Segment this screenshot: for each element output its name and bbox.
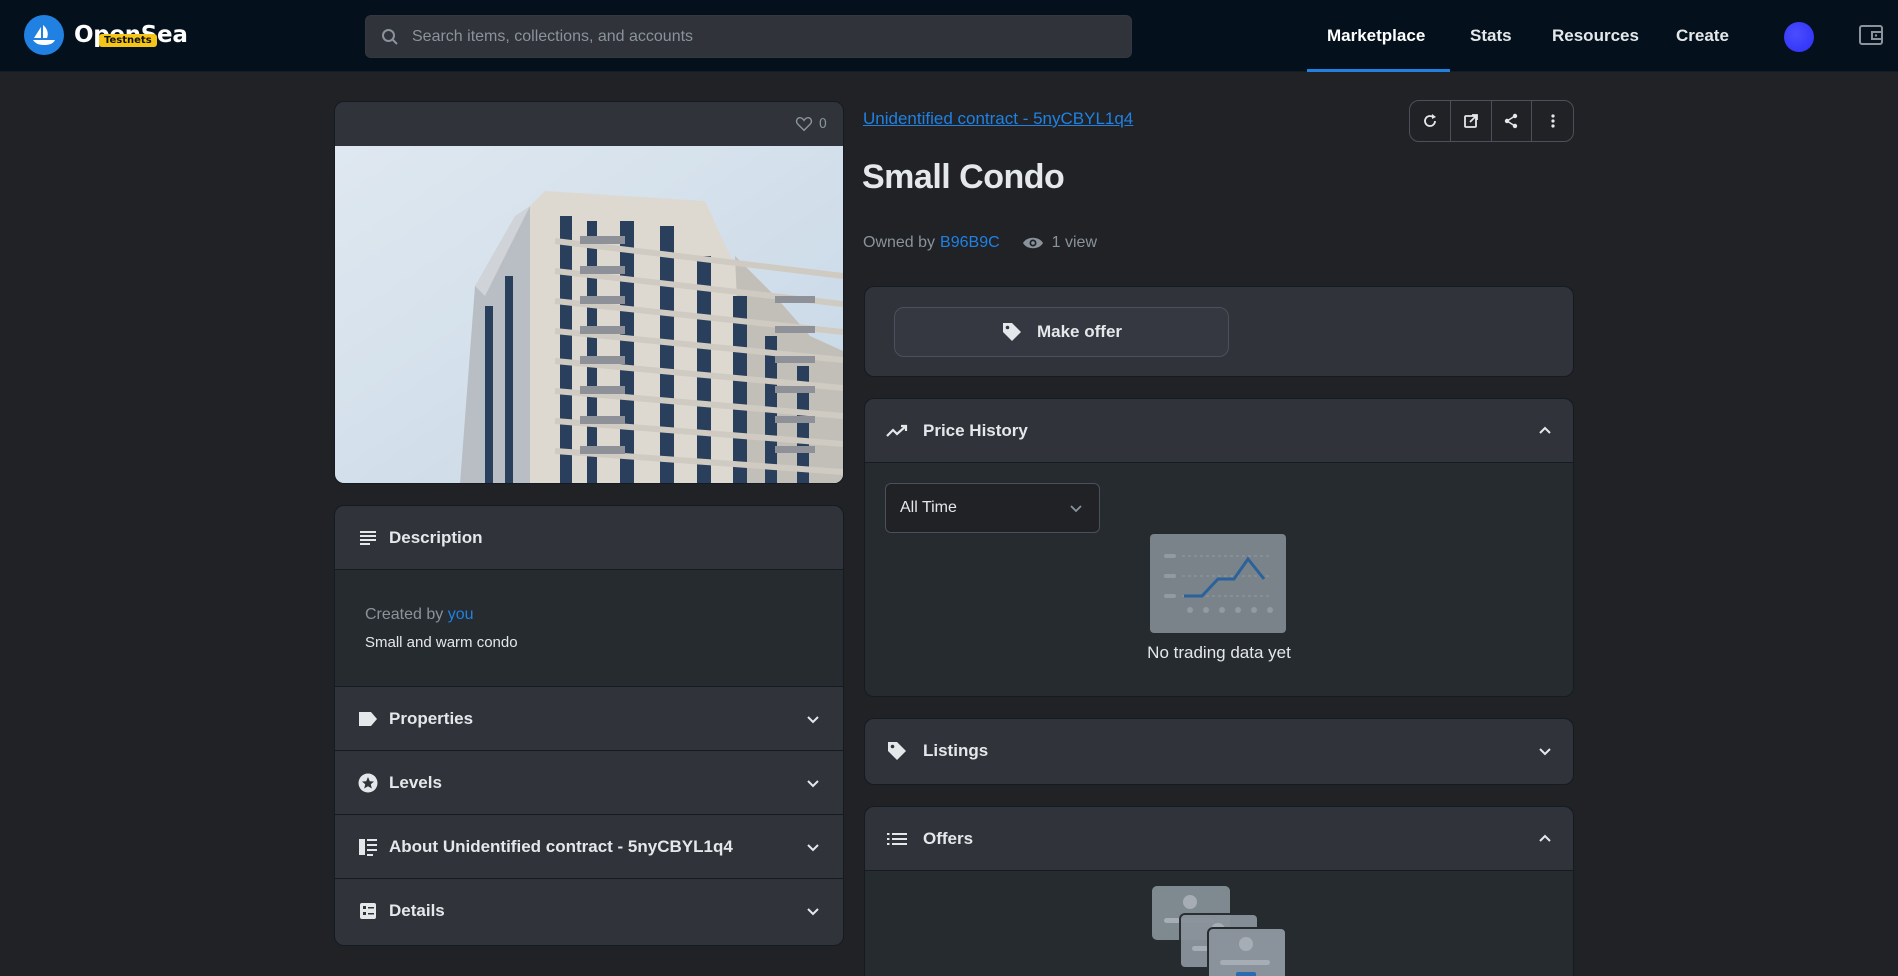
about-contract-header[interactable]: About Unidentified contract - 5nyCBYL1q4 — [335, 815, 843, 879]
chevron-down-icon — [807, 780, 819, 788]
refresh-icon — [1423, 114, 1436, 127]
listings-title: Listings — [923, 741, 989, 760]
list-icon — [885, 827, 909, 851]
offers-header[interactable]: Offers — [865, 807, 1573, 871]
price-history-title: Price History — [923, 420, 1028, 440]
trending-up-icon — [885, 419, 909, 443]
empty-offers-illustration — [1152, 886, 1287, 976]
empty-trading-text: No trading data yet — [1147, 643, 1291, 662]
description-body: Created by you Small and warm condo — [335, 570, 843, 686]
make-offer-label: Make offer — [1036, 322, 1123, 341]
owned-by-label: Owned by — [863, 234, 936, 251]
description-panel: Description Created by you Small and war… — [334, 505, 844, 687]
listings-header[interactable]: Listings — [865, 719, 1573, 783]
item-toolbar — [1409, 100, 1574, 142]
tag-icon — [885, 739, 909, 763]
search-bar[interactable] — [365, 15, 1132, 58]
nav-stats[interactable]: Stats — [1470, 0, 1512, 72]
more-vertical-icon — [1551, 114, 1555, 128]
tag-icon — [357, 708, 379, 730]
favorites-count: 0 — [818, 116, 827, 132]
details-title: Details — [389, 901, 445, 920]
search-icon — [380, 27, 400, 47]
item-photo[interactable] — [335, 146, 843, 484]
empty-chart-illustration — [1150, 534, 1286, 633]
external-link-button[interactable] — [1451, 101, 1492, 141]
properties-title: Properties — [389, 709, 474, 728]
created-by-label: Created by — [365, 606, 444, 623]
eye-icon — [1022, 237, 1043, 249]
price-history-body: All Time No trading data yet — [865, 463, 1573, 696]
opensea-ship-icon — [24, 15, 64, 55]
properties-panel[interactable]: Properties — [334, 686, 844, 751]
chevron-down-icon — [1539, 748, 1551, 756]
profile-avatar[interactable] — [1784, 22, 1814, 52]
item-image-card: 0 — [334, 101, 844, 484]
levels-title: Levels — [389, 773, 442, 792]
description-text: Small and warm condo — [365, 634, 518, 651]
about-contract-panel[interactable]: About Unidentified contract - 5nyCBYL1q4 — [334, 814, 844, 879]
offers-title: Offers — [923, 828, 974, 848]
item-title: Small Condo — [862, 158, 1065, 196]
owner-link[interactable]: B96B9C — [940, 234, 1000, 252]
levels-header[interactable]: Levels — [335, 751, 843, 815]
description-header[interactable]: Description — [335, 506, 843, 570]
image-card-header: 0 — [335, 102, 843, 146]
nav-create[interactable]: Create — [1676, 0, 1729, 72]
heart-icon[interactable] — [795, 115, 813, 133]
share-icon — [1505, 113, 1518, 129]
offers-panel: Offers — [864, 806, 1574, 976]
levels-panel[interactable]: Levels — [334, 750, 844, 815]
details-icon — [357, 900, 379, 922]
refresh-button[interactable] — [1410, 101, 1451, 141]
offer-panel: Make offer — [864, 286, 1574, 377]
description-lines-icon — [357, 527, 379, 549]
testnets-badge: Testnets — [99, 34, 157, 47]
chevron-down-icon — [1070, 505, 1082, 513]
listings-panel[interactable]: Listings — [864, 718, 1574, 785]
active-nav-indicator — [1307, 69, 1450, 72]
chevron-up-icon — [1539, 834, 1551, 842]
make-offer-button[interactable]: Make offer — [894, 307, 1229, 357]
top-navbar: OpenSea Testnets Marketplace Stats Resou… — [0, 0, 1898, 72]
chevron-up-icon — [1539, 426, 1551, 434]
price-history-header[interactable]: Price History — [865, 399, 1573, 463]
time-range-value: All Time — [900, 499, 957, 516]
description-title: Description — [389, 527, 483, 547]
creator-link[interactable]: you — [448, 606, 474, 623]
external-link-icon — [1463, 114, 1478, 128]
details-panel[interactable]: Details — [334, 878, 844, 946]
properties-header[interactable]: Properties — [335, 687, 843, 751]
created-by-row: Created by you — [365, 606, 813, 624]
chevron-down-icon — [807, 908, 819, 916]
wallet-icon[interactable] — [1857, 21, 1885, 49]
about-contract-title: About Unidentified contract - 5nyCBYL1q4 — [389, 837, 733, 856]
chevron-down-icon — [807, 716, 819, 724]
collection-link[interactable]: Unidentified contract - 5nyCBYL1q4 — [863, 109, 1133, 129]
share-button[interactable] — [1492, 101, 1533, 141]
view-count: 1 view — [1051, 234, 1097, 251]
price-history-panel: Price History All Time No trading data y… — [864, 398, 1574, 697]
star-icon — [357, 772, 379, 794]
nav-resources[interactable]: Resources — [1552, 0, 1639, 72]
tag-icon — [1002, 323, 1021, 341]
time-range-select[interactable]: All Time — [885, 483, 1100, 533]
search-input[interactable] — [412, 27, 1131, 46]
list-detail-icon — [357, 836, 379, 858]
offers-body — [865, 871, 1573, 976]
owner-row: Owned by B96B9C 1 view — [863, 234, 1097, 252]
more-options-button[interactable] — [1532, 101, 1573, 141]
nav-marketplace[interactable]: Marketplace — [1327, 0, 1425, 72]
chevron-down-icon — [807, 844, 819, 852]
details-header[interactable]: Details — [335, 879, 843, 943]
